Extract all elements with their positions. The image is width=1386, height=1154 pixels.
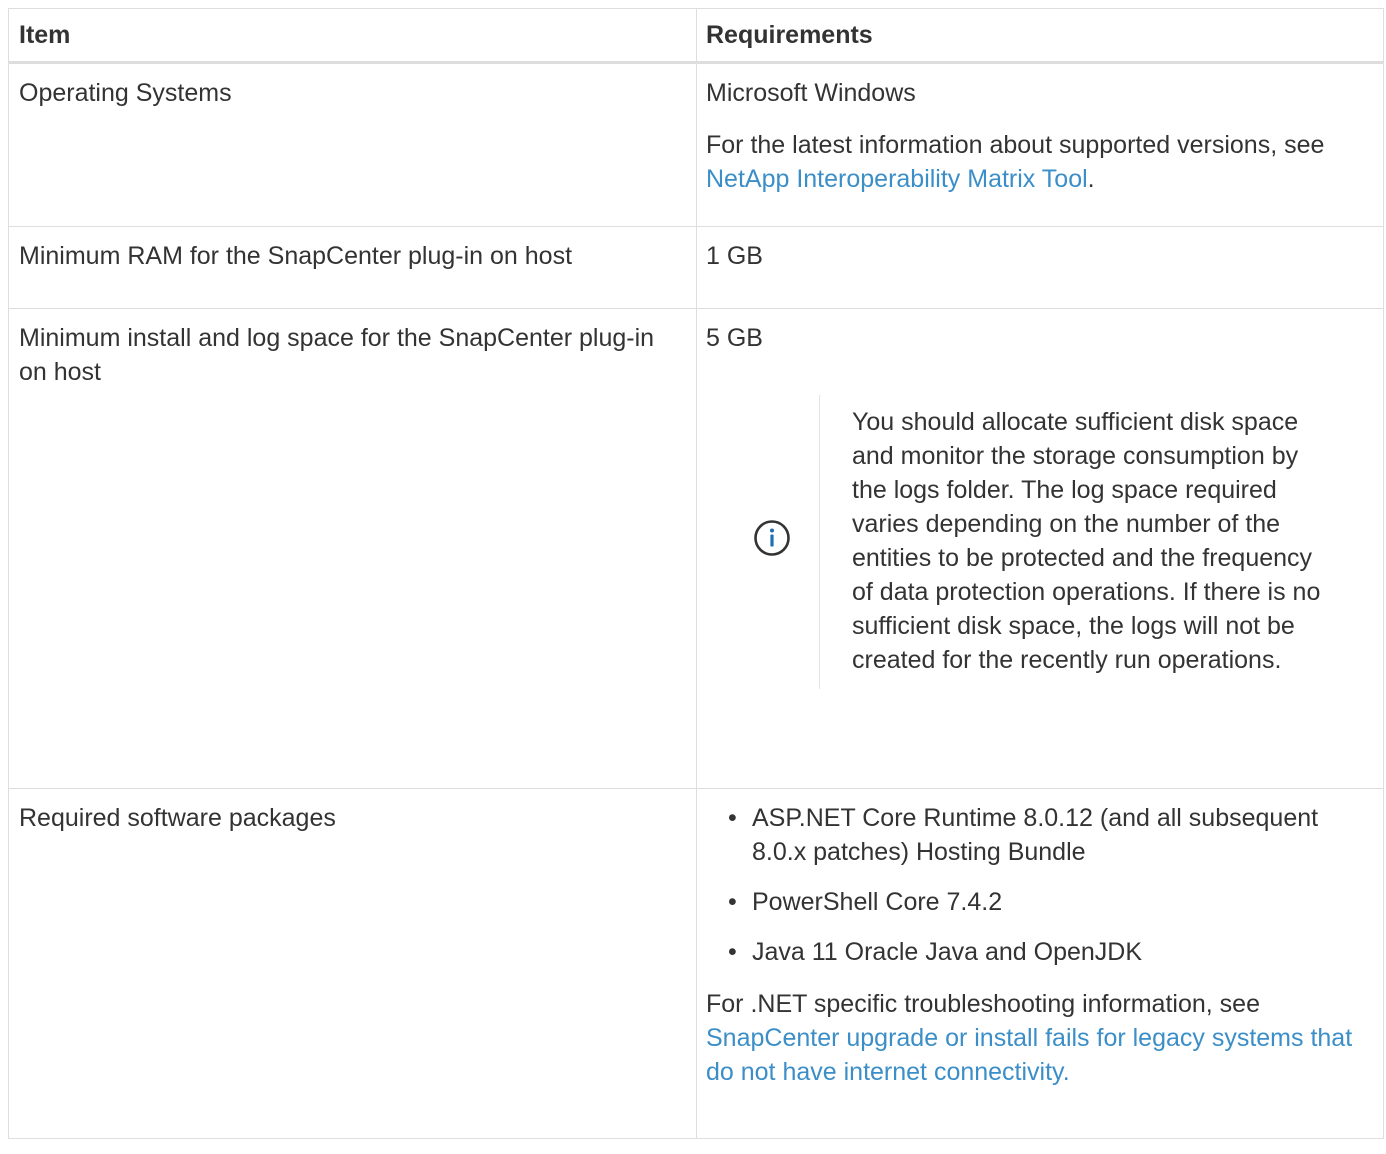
note-icon-column [724,519,819,566]
item-cell: Minimum install and log space for the Sn… [8,308,697,789]
note-text: You should allocate sufficient disk spac… [852,408,1321,674]
item-label: Minimum RAM for the SnapCenter plug-in o… [19,242,573,270]
interoperability-matrix-link[interactable]: NetApp Interoperability Matrix Tool [706,165,1088,193]
item-label: Operating Systems [19,79,232,107]
requirements-table: Item Requirements Operating Systems Micr… [8,8,1384,1139]
info-circle-icon [753,519,791,566]
requirement-value: 5 GB [706,324,763,352]
table-header-row: Item Requirements [8,8,1384,64]
column-header-requirements: Requirements [696,8,1384,64]
table-row: Minimum RAM for the SnapCenter plug-in o… [8,226,1384,309]
info-text: For the latest information about support… [706,131,1325,159]
item-cell: Operating Systems [8,62,697,227]
note-admonition: You should allocate sufficient disk spac… [724,395,1373,689]
table-row: Operating Systems Microsoft Windows For … [8,62,1384,227]
list-item: ASP.NET Core Runtime 8.0.12 (and all sub… [728,801,1373,869]
list-item: PowerShell Core 7.4.2 [728,885,1373,919]
requirement-info: For .NET specific troubleshooting inform… [706,987,1373,1089]
requirement-value: Microsoft Windows [706,79,916,107]
table-row: Required software packages ASP.NET Core … [8,788,1384,1139]
item-label: Required software packages [19,804,336,832]
requirement-cell: ASP.NET Core Runtime 8.0.12 (and all sub… [696,788,1384,1139]
requirement-cell: 1 GB [696,226,1384,309]
requirement-value: 1 GB [706,242,763,270]
software-packages-list: ASP.NET Core Runtime 8.0.12 (and all sub… [706,801,1373,969]
table-row: Minimum install and log space for the Sn… [8,308,1384,789]
info-text: For .NET specific troubleshooting inform… [706,990,1260,1018]
requirement-cell: Microsoft Windows For the latest informa… [696,62,1384,227]
requirement-cell: 5 GB You should allocate sufficient disk [696,308,1384,789]
requirement-info: For the latest information about support… [706,128,1373,196]
item-cell: Required software packages [8,788,697,1139]
list-item: Java 11 Oracle Java and OpenJDK [728,935,1373,969]
item-label: Minimum install and log space for the Sn… [19,324,655,386]
column-header-item: Item [8,8,697,64]
info-suffix: . [1087,165,1095,193]
item-cell: Minimum RAM for the SnapCenter plug-in o… [8,226,697,309]
troubleshooting-link[interactable]: SnapCenter upgrade or install fails for … [706,1024,1352,1086]
